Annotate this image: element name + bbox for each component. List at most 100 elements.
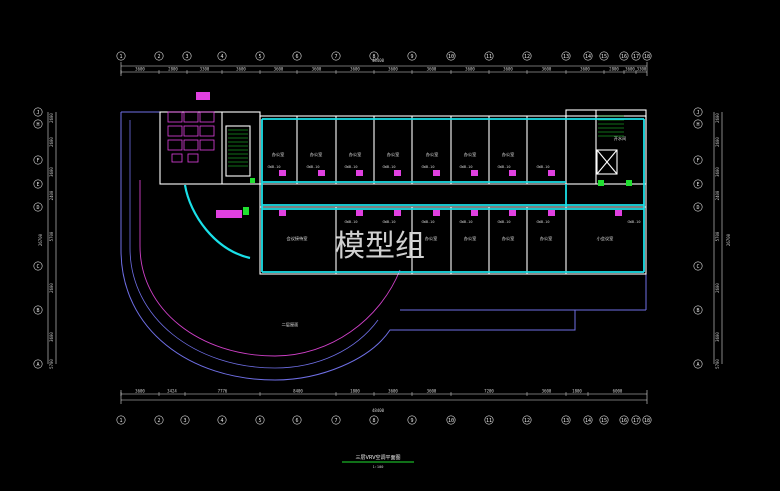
grid-left-label: A (36, 362, 39, 368)
grid-axis-bottom: 1 2 3 4 5 6 7 8 9 10 11 12 13 14 15 16 17 18 (116, 415, 652, 425)
dimensions-top: 3600 2800 3300 3600 3600 3600 3600 3600 3600 3600… (120, 67, 647, 74)
grid-top-bubble: 7 (331, 51, 341, 61)
unit-tag: GWB-10 (628, 220, 641, 224)
dimension-total-right: 26700 (726, 233, 731, 246)
unit-tag: GWB-10 (345, 220, 358, 224)
room-label-stair-corner: 开水间 (614, 135, 627, 142)
dimension-top-value: 2800 (168, 67, 178, 72)
roof-label: 二层屋面 (282, 322, 299, 328)
grid-right-bubble: F (693, 155, 703, 165)
grid-left-bubble: H (33, 119, 43, 129)
grid-left-label: B (36, 308, 39, 314)
grid-top-label: 14 (585, 54, 591, 60)
unit-tags-lower: GWB-10 GWB-10 GWB-10 GWB-10 GWB-10 GWB-10 GWB-… (345, 220, 641, 224)
grid-bottom-bubble: 17 (631, 415, 641, 425)
dimension-left-value: 2600 (49, 137, 54, 147)
dimension-bottom-value: 3600 (135, 389, 145, 394)
grid-right-bubble: A (693, 359, 703, 369)
room-label: 会议接待室 (287, 235, 308, 242)
grid-top-bubble: 2 (154, 51, 164, 61)
grid-top-bubble: 13 (561, 51, 571, 61)
dimension-right-value: 5700 (715, 231, 720, 241)
watermark: 模型组 (335, 229, 425, 264)
grid-bottom-bubble: 5 (255, 415, 265, 425)
grid-bottom-label: 17 (633, 418, 639, 424)
room-label: 办公室 (387, 151, 400, 158)
grid-top-bubble: 5 (255, 51, 265, 61)
grid-top-bubble: 4 (217, 51, 227, 61)
dimension-top-value: 3600 (580, 67, 590, 72)
dimension-top-value: 3600 (625, 67, 635, 72)
grid-bottom-label: 11 (486, 418, 492, 424)
grid-top-bubble: 10 (446, 51, 456, 61)
dimension-total-left: 26700 (38, 233, 43, 246)
dimensions-left: 2600 2600 3600 2400 5700 2600 3600 5700 (49, 113, 54, 369)
ac-piping (261, 118, 645, 273)
grid-top-bubble: 1 (116, 51, 126, 61)
grid-bottom-label: 15 (601, 418, 607, 424)
grid-left-label: E (36, 182, 39, 188)
grid-right-label: A (696, 362, 699, 368)
grid-top-bubble: 9 (407, 51, 417, 61)
floor-plan-drawing: 1 2 3 4 5 6 7 8 9 10 11 12 13 14 15 16 17 18 1 2 3 4 5 6 7 8 9 10 1… (33, 51, 731, 469)
dimension-top-value: 3300 (637, 67, 647, 72)
grid-top-bubble: 17 (631, 51, 641, 61)
dimension-top-value: 3600 (312, 67, 322, 72)
grid-top-bubble: 18 (642, 51, 652, 61)
grid-top-label: 7 (334, 54, 337, 60)
grid-top-label: 3 (185, 54, 188, 60)
grid-left-bubble: J (33, 107, 43, 117)
room-label: 办公室 (502, 235, 515, 242)
grid-bottom-label: 1 (119, 418, 122, 424)
unit-tags-upper: GWB-10 GWB-10 GWB-10 GWB-10 GWB-10 GWB-10 GWB-… (268, 165, 550, 169)
grid-top-label: 1 (119, 54, 122, 60)
grid-bottom-bubble: 3 (180, 415, 190, 425)
grid-bottom-bubble: 11 (484, 415, 494, 425)
dimension-bottom-value: 6000 (613, 389, 623, 394)
grid-top-label: 4 (220, 54, 223, 60)
grid-right-label: D (696, 205, 699, 211)
room-label: 办公室 (425, 235, 438, 242)
dimension-top-value: 3600 (274, 67, 284, 72)
grid-right-label: H (696, 122, 699, 128)
dimension-right-value: 5700 (715, 359, 720, 369)
grid-right-bubble: B (693, 305, 703, 315)
dimension-top-value: 3600 (350, 67, 360, 72)
dimensions-right: 2600 2600 3600 2400 5700 2600 3600 5700 (715, 113, 720, 369)
grid-bottom-label: 5 (258, 418, 261, 424)
stair-treads (228, 115, 624, 167)
room-labels-upper: 办公室 办公室 办公室 办公室 办公室 办公室 办公室 (272, 151, 515, 158)
grid-right-bubble: E (693, 179, 703, 189)
room-label: 办公室 (310, 151, 323, 158)
dimension-right-value: 3600 (715, 332, 720, 342)
grid-right-bubble: J (693, 107, 703, 117)
dimension-bottom-value: 1800 (350, 389, 360, 394)
dimension-top-value: 3600 (135, 67, 145, 72)
grid-top-label: 10 (448, 54, 454, 60)
dimension-top-value: 3600 (236, 67, 246, 72)
grid-axis-right: JH F E D C B A (693, 107, 703, 369)
dimension-top-value: 3600 (465, 67, 475, 72)
dimension-top-value: 3300 (200, 67, 210, 72)
grid-left-bubble: C (33, 261, 43, 271)
grid-bottom-bubble: 1 (116, 415, 126, 425)
room-label: 办公室 (464, 151, 477, 158)
grid-bottom-bubble: 8 (369, 415, 379, 425)
grid-bottom-label: 16 (621, 418, 627, 424)
dimension-top-value: 3600 (388, 67, 398, 72)
room-label: 小会议室 (597, 235, 614, 242)
dimension-top-value: 2800 (609, 67, 619, 72)
dimension-total-bottom: 48400 (372, 408, 385, 413)
grid-bottom-label: 10 (448, 418, 454, 424)
grid-top-label: 17 (633, 54, 639, 60)
grid-left-label: D (36, 205, 39, 211)
restroom-fixtures (167, 111, 215, 163)
dimension-left-value: 3600 (49, 332, 54, 342)
dimension-left-value: 5700 (49, 231, 54, 241)
grid-top-label: 15 (601, 54, 607, 60)
dimension-bottom-value: 7776 (218, 389, 228, 394)
grid-bottom-bubble: 16 (619, 415, 629, 425)
dimension-bottom-value: 1800 (572, 389, 582, 394)
unit-tag: GWB-10 (498, 220, 511, 224)
dimension-left-value: 5700 (49, 359, 54, 369)
